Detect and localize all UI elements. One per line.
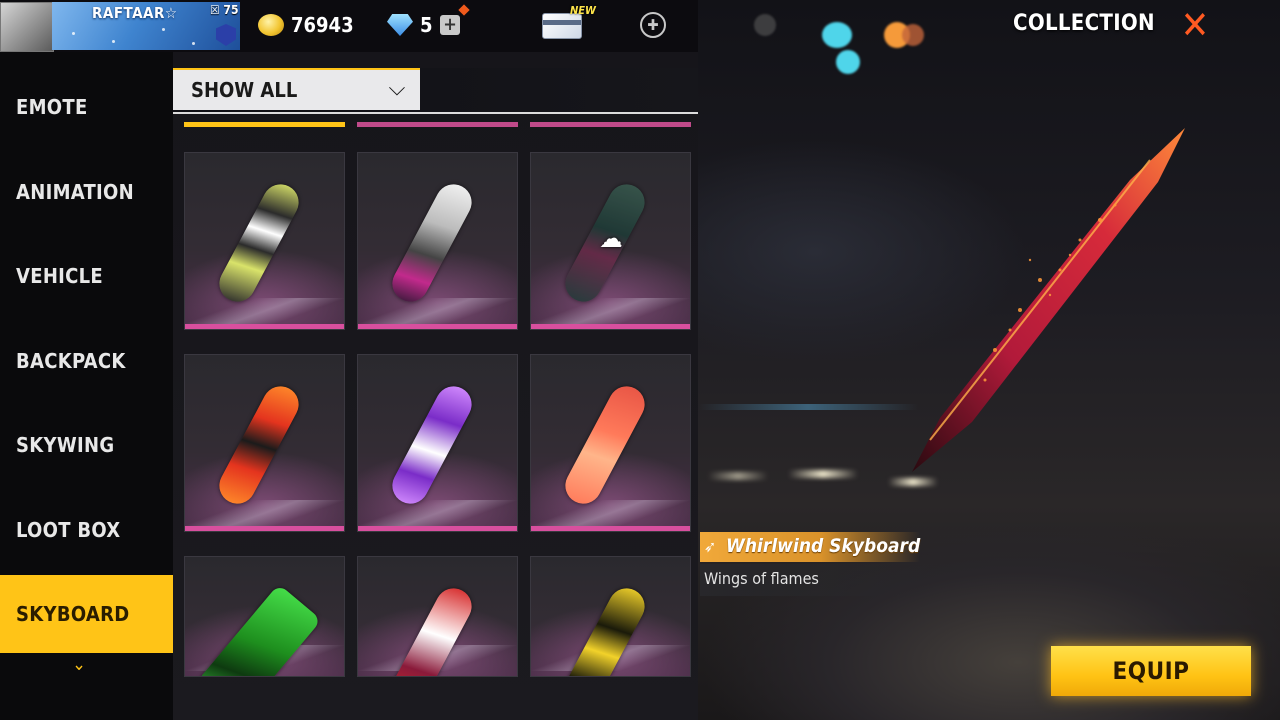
skyboard-card[interactable] [184, 354, 345, 532]
card-underline [185, 324, 344, 329]
skyboard-card[interactable]: ☁ [530, 152, 691, 330]
previous-row-edge [357, 122, 518, 127]
close-button[interactable]: ✕ [1177, 6, 1213, 44]
top-bar: RAFTAAR☆ ☒ 75 76943 5 + NEW ✚ COLLECTION… [0, 0, 1280, 52]
skyboard-card[interactable] [530, 354, 691, 532]
background-light [788, 470, 858, 478]
gold-coin-count: 76943 [291, 13, 354, 37]
skyboard-thumbnail [559, 380, 651, 510]
item-grid-panel[interactable]: SHOW ALL ⌵ ☁ [173, 52, 698, 720]
sidebar-item-skywing[interactable]: SKYWING [0, 406, 173, 484]
item-title-bar: ➶ Whirlwind Skyboard [700, 532, 920, 562]
player-level: ☒ 75 [210, 3, 239, 17]
card-underline [358, 324, 517, 329]
skyboard-blade [912, 128, 1185, 472]
page-title: COLLECTION [1013, 11, 1155, 36]
sidebar-item-skyboard[interactable]: SKYBOARD [0, 575, 173, 653]
diamond-icon [387, 14, 413, 36]
card-underline [185, 526, 344, 531]
top-up-button[interactable]: + [440, 15, 460, 35]
category-sidebar: EMOTE ANIMATION VEHICLE BACKPACK SKYWING… [0, 52, 173, 720]
player-name: RAFTAAR☆ [92, 4, 178, 22]
equip-button[interactable]: EQUIP [1051, 646, 1251, 696]
sidebar-item-backpack[interactable]: BACKPACK [0, 322, 173, 400]
previous-row-edge [530, 122, 691, 127]
avatar[interactable] [0, 2, 54, 52]
sidebar-item-emote[interactable]: EMOTE [0, 68, 173, 146]
skyboard-card[interactable] [357, 556, 518, 677]
skyboard-thumbnail [386, 380, 478, 510]
blade-highlight [929, 159, 1151, 441]
card-underline [531, 526, 690, 531]
new-tag: NEW [570, 4, 596, 17]
skyboard-card[interactable] [530, 556, 691, 677]
skyboard-thumbnail [213, 178, 305, 308]
card-underline [531, 324, 690, 329]
card-underline [358, 526, 517, 531]
chevron-down-icon[interactable]: ⌄ [70, 656, 88, 674]
filter-bar: SHOW ALL ⌵ [173, 68, 698, 114]
skyboard-type-icon: ➶ [704, 537, 717, 556]
background-light [708, 472, 768, 480]
background-strip [698, 404, 918, 410]
bokeh-light [836, 50, 860, 74]
skyboard-thumbnail [196, 583, 322, 676]
sidebar-item-vehicle[interactable]: VEHICLE [0, 237, 173, 315]
skyboard-thumbnail [386, 582, 478, 676]
filter-selected: SHOW ALL [191, 78, 298, 102]
gold-coin-icon [258, 14, 284, 36]
skyboard-card[interactable] [184, 152, 345, 330]
notification-dot [458, 4, 470, 16]
skyboard-card[interactable] [357, 152, 518, 330]
skyboard-thumbnail [559, 582, 651, 676]
network-icon[interactable]: ✚ [640, 12, 666, 38]
cloud-download-icon[interactable]: ☁ [595, 225, 627, 253]
skyboard-card[interactable] [357, 354, 518, 532]
skyboard-thumbnail [213, 380, 305, 510]
filter-dropdown[interactable]: SHOW ALL ⌵ [173, 68, 420, 110]
sidebar-item-loot-box[interactable]: LOOT BOX [0, 491, 173, 569]
previous-row-edge [184, 122, 345, 127]
skyboard-thumbnail [386, 178, 478, 308]
diamond-count: 5 [420, 13, 433, 37]
skyboard-card[interactable] [184, 556, 345, 677]
sidebar-item-animation[interactable]: ANIMATION [0, 153, 173, 231]
chevron-down-icon: ⌵ [388, 76, 406, 101]
skyboard-preview [912, 128, 1185, 472]
item-name: Whirlwind Skyboard [726, 535, 921, 557]
item-description: Wings of flames [704, 569, 819, 588]
item-description-bar: Wings of flames [700, 564, 940, 596]
